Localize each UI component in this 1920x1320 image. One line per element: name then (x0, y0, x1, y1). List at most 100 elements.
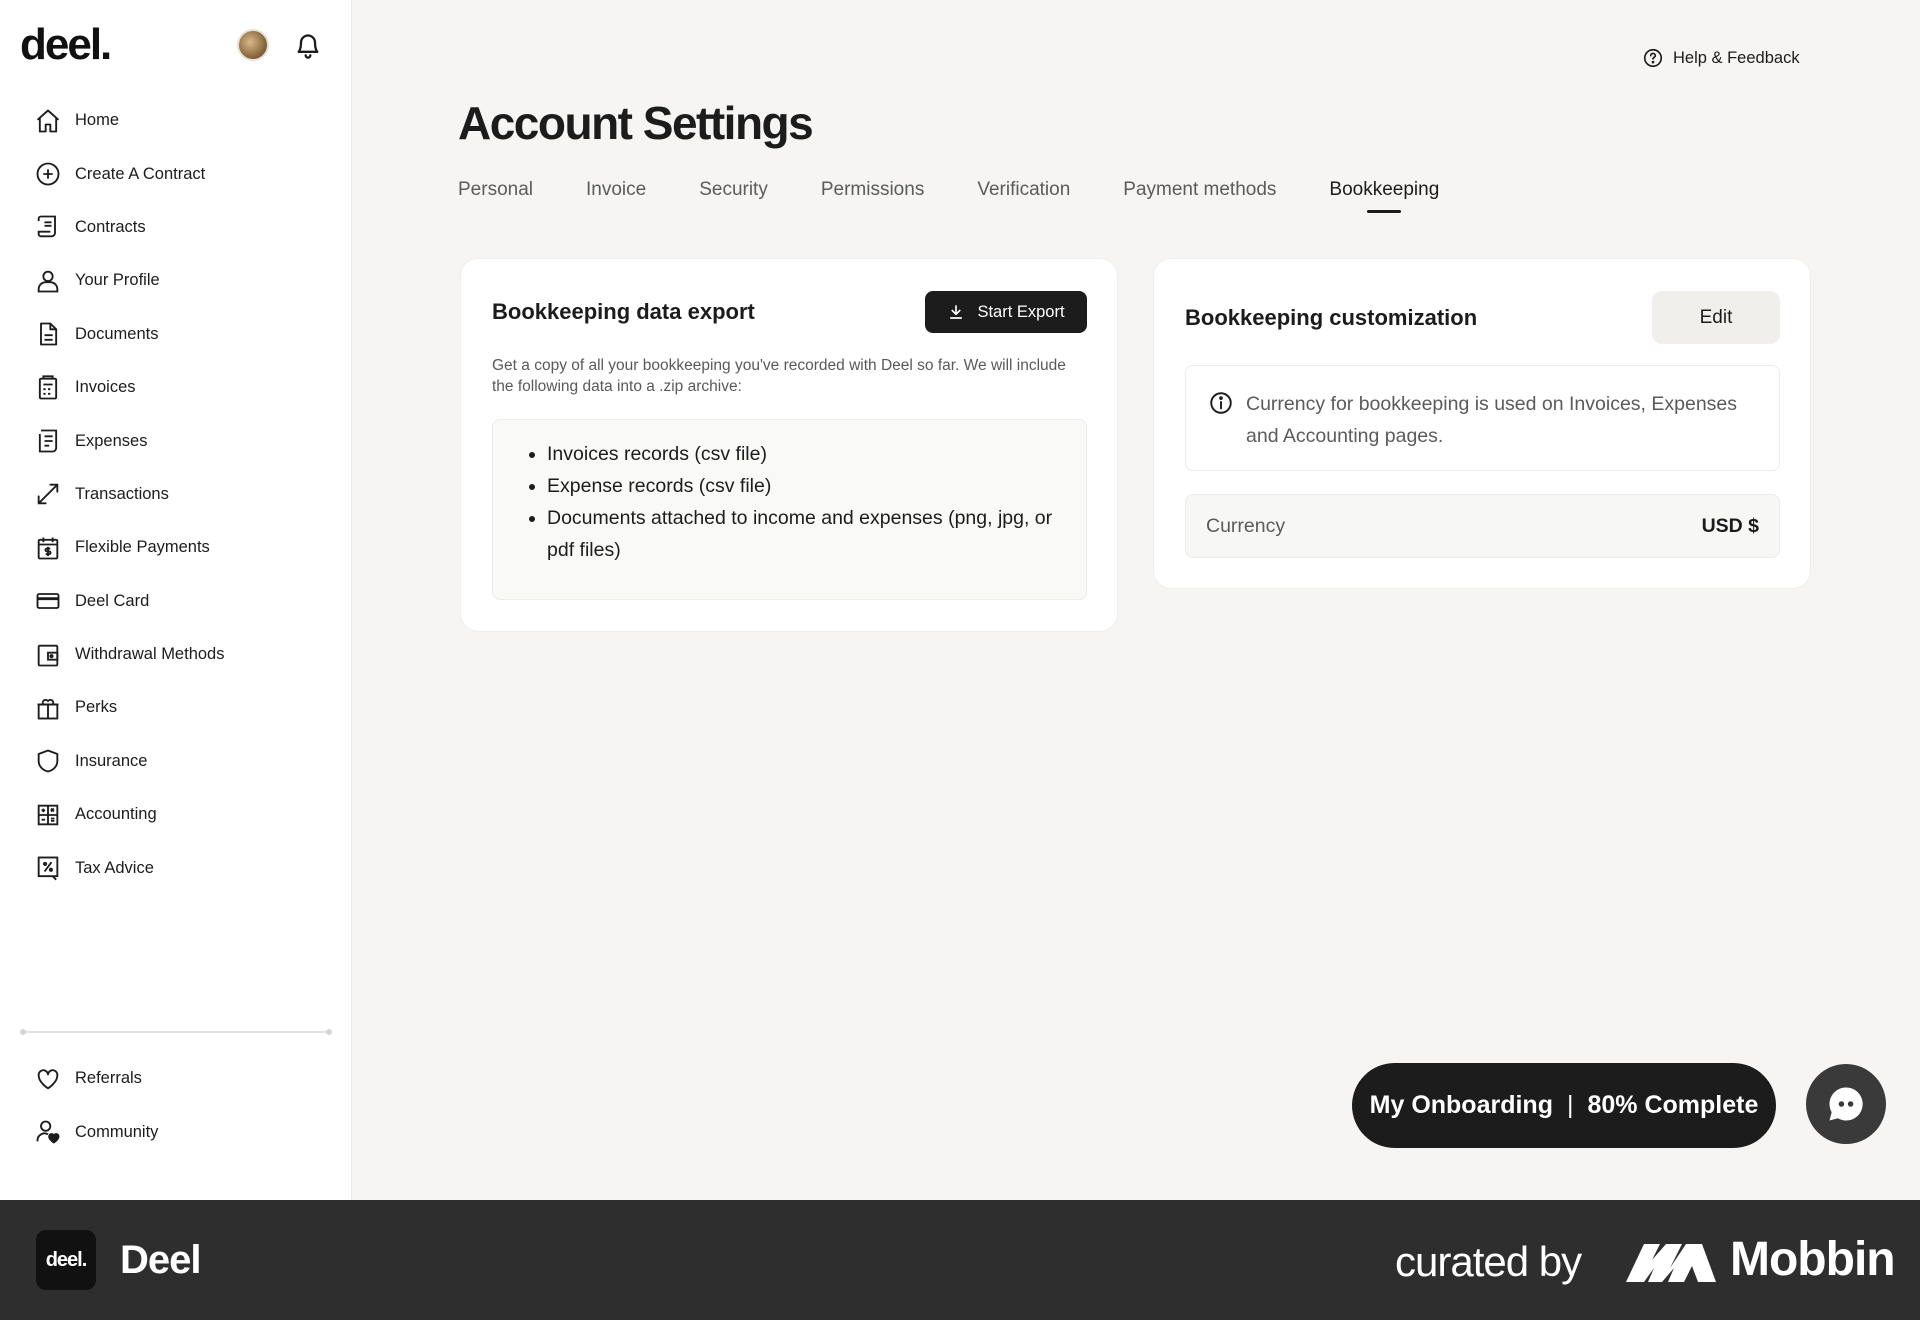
footer-banner: deel. Deel curated by Mobbin (0, 1200, 1920, 1320)
export-items-box: Invoices records (csv file) Expense reco… (492, 419, 1087, 600)
sidebar-item-tax-advice[interactable]: Tax Advice (0, 841, 352, 894)
footer-curated-by: curated by (1395, 1238, 1582, 1285)
plus-circle-icon (36, 162, 60, 186)
contract-icon (37, 216, 56, 238)
sidebar-item-flexible-payments[interactable]: Flexible Payments (0, 521, 352, 574)
sidebar-item-documents[interactable]: Documents (0, 308, 352, 361)
currency-label: Currency (1206, 514, 1286, 537)
invoice-icon (38, 375, 58, 400)
start-export-button[interactable]: Start Export (925, 291, 1087, 333)
sidebar-item-expenses[interactable]: Expenses (0, 414, 352, 467)
sidebar-divider (20, 1029, 332, 1035)
export-card-title: Bookkeeping data export (492, 299, 755, 324)
chat-button[interactable] (1806, 1064, 1886, 1144)
document-icon (40, 322, 58, 346)
sidebar-item-label: Your Profile (75, 271, 160, 290)
sidebar: deel. Home Create A Contract Contracts Y… (0, 0, 352, 1200)
receipt-icon (38, 429, 58, 453)
user-icon (37, 270, 59, 293)
footer-brand: Mobbin (1730, 1233, 1896, 1286)
currency-info-box: Currency for bookkeeping is used on Invo… (1185, 365, 1780, 471)
community-icon (36, 1120, 60, 1144)
edit-button[interactable]: Edit (1652, 291, 1780, 344)
sidebar-nav: Home Create A Contract Contracts Your Pr… (0, 94, 352, 895)
sidebar-item-label: Flexible Payments (75, 538, 210, 557)
onboarding-label: My Onboarding (1369, 1091, 1553, 1119)
page-title: Account Settings (458, 97, 814, 149)
export-items-list: Invoices records (csv file) Expense reco… (547, 438, 1066, 566)
onboarding-progress-button[interactable]: My Onboarding | 80% Complete (1352, 1063, 1776, 1148)
sidebar-item-label: Insurance (75, 751, 148, 770)
sidebar-item-label: Create A Contract (75, 164, 206, 183)
currency-row: Currency USD $ (1185, 494, 1780, 558)
sidebar-item-deel-card[interactable]: Deel Card (0, 575, 352, 628)
sidebar-item-referrals[interactable]: Referrals (0, 1052, 352, 1105)
bookkeeping-export-card: Bookkeeping data export Start Export Get… (460, 258, 1118, 632)
tab-verification[interactable]: Verification (977, 179, 1070, 213)
list-item: Documents attached to income and expense… (547, 502, 1066, 566)
footer-app-name: Deel (120, 1238, 201, 1282)
heart-icon (37, 1068, 59, 1089)
bell-icon[interactable] (294, 31, 322, 61)
home-icon (36, 109, 60, 133)
deel-logo[interactable]: deel. (20, 20, 112, 70)
sidebar-item-label: Documents (75, 324, 159, 343)
list-item: Invoices records (csv file) (547, 438, 1066, 470)
customization-card-title: Bookkeeping customization (1185, 305, 1478, 330)
sidebar-item-label: Home (75, 111, 120, 130)
sidebar-item-label: Perks (75, 698, 118, 717)
calendar-dollar-icon (37, 537, 59, 560)
start-export-label: Start Export (977, 302, 1065, 321)
currency-info-text: Currency for bookkeeping is used on Invo… (1246, 393, 1738, 447)
tab-security[interactable]: Security (699, 179, 768, 213)
mobbin-logo-icon (1626, 1244, 1716, 1282)
sidebar-item-label: Contracts (75, 217, 146, 236)
tab-personal[interactable]: Personal (458, 179, 533, 213)
sidebar-item-withdrawal-methods[interactable]: Withdrawal Methods (0, 628, 352, 681)
settings-tabs: Personal Invoice Security Permissions Ve… (458, 179, 1492, 213)
calculator-icon (37, 804, 59, 826)
sidebar-item-perks[interactable]: Perks (0, 681, 352, 734)
help-feedback-label: Help & Feedback (1673, 48, 1800, 67)
sidebar-item-accounting[interactable]: Accounting (0, 788, 352, 841)
bookkeeping-customization-card: Bookkeeping customization Edit Currency … (1153, 258, 1811, 589)
sidebar-bottom-nav: Referrals Community (0, 1052, 352, 1159)
help-circle-icon (1643, 48, 1663, 68)
transfer-arrows-icon (37, 484, 59, 505)
onboarding-separator: | (1566, 1091, 1574, 1119)
wallet-icon (37, 644, 59, 667)
help-feedback-link[interactable]: Help & Feedback (1642, 47, 1800, 69)
tab-invoice[interactable]: Invoice (586, 179, 646, 213)
sidebar-item-label: Deel Card (75, 591, 150, 610)
sidebar-item-label: Expenses (75, 431, 148, 450)
sidebar-item-create-contract[interactable]: Create A Contract (0, 147, 352, 200)
list-item: Expense records (csv file) (547, 470, 1066, 502)
sidebar-item-transactions[interactable]: Transactions (0, 468, 352, 521)
export-description: Get a copy of all your bookkeeping you'v… (492, 357, 1066, 395)
sidebar-item-insurance[interactable]: Insurance (0, 735, 352, 788)
onboarding-progress-text: 80% Complete (1587, 1091, 1759, 1119)
download-icon (950, 305, 963, 319)
chat-bubble-icon (1829, 1087, 1863, 1121)
sidebar-item-contracts[interactable]: Contracts (0, 201, 352, 254)
sidebar-item-label: Tax Advice (75, 858, 154, 877)
sidebar-item-community[interactable]: Community (0, 1105, 352, 1158)
shield-icon (37, 749, 59, 773)
sidebar-item-label: Accounting (75, 805, 157, 824)
footer-app-logo: deel. (36, 1230, 96, 1290)
info-icon (1210, 392, 1232, 414)
sidebar-item-your-profile[interactable]: Your Profile (0, 254, 352, 307)
sidebar-item-invoices[interactable]: Invoices (0, 361, 352, 414)
currency-value: USD $ (1701, 514, 1759, 537)
sidebar-item-home[interactable]: Home (0, 94, 352, 147)
sidebar-item-label: Withdrawal Methods (75, 645, 225, 664)
tab-permissions[interactable]: Permissions (821, 179, 924, 213)
sidebar-item-label: Referrals (75, 1069, 142, 1088)
tab-payment-methods[interactable]: Payment methods (1123, 179, 1276, 213)
sidebar-item-label: Invoices (75, 378, 136, 397)
tab-bookkeeping[interactable]: Bookkeeping (1329, 179, 1439, 213)
avatar[interactable] (237, 29, 269, 61)
credit-card-icon (36, 593, 60, 610)
sidebar-item-label: Transactions (75, 484, 169, 503)
sidebar-item-label: Community (75, 1122, 159, 1141)
